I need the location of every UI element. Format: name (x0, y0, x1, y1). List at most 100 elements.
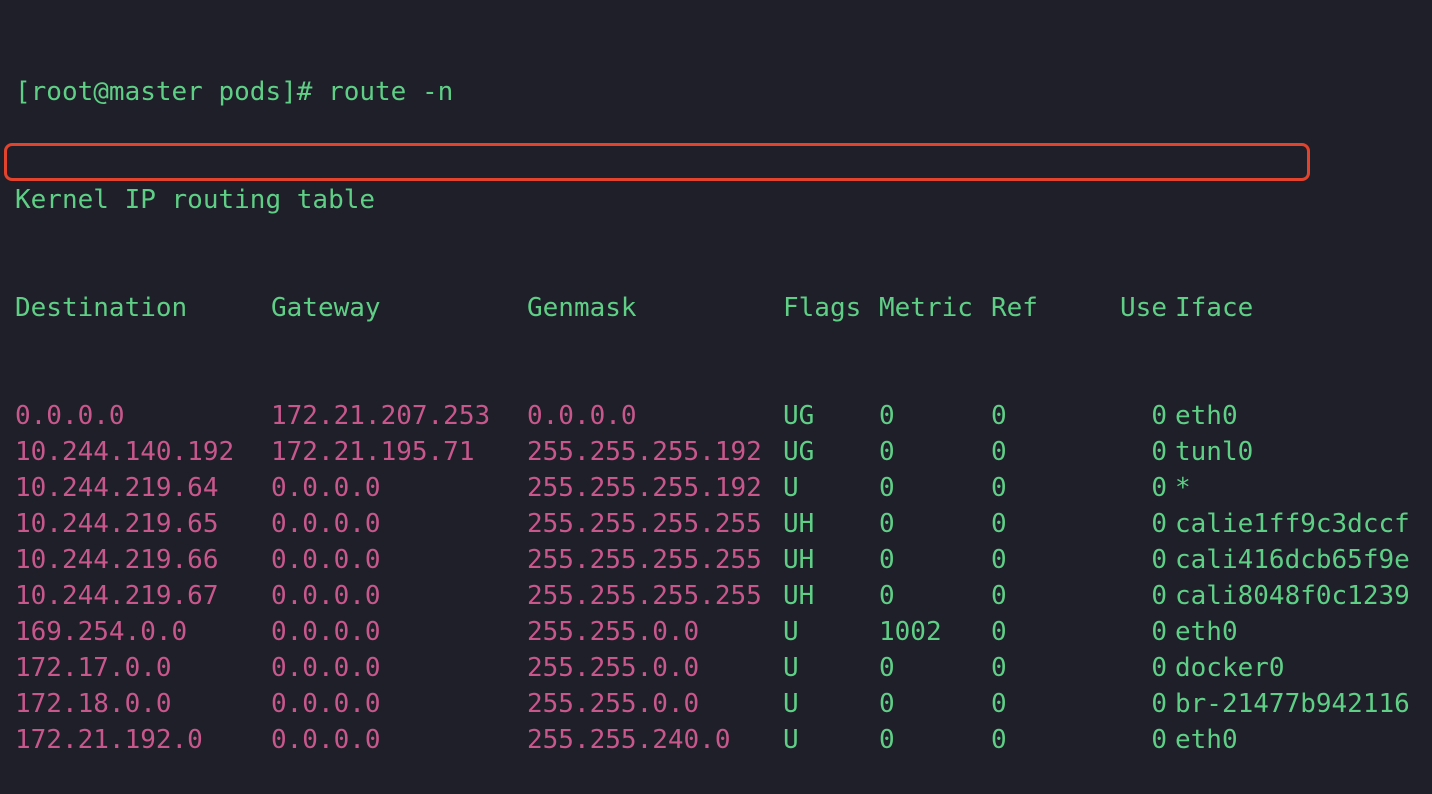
cell-genmask: 255.255.255.255 (527, 545, 762, 575)
cell-genmask: 255.255.0.0 (527, 617, 700, 647)
table-row: 10.244.219.65 0.0.0.0 255.255.255.255 UH 0 0 0… (15, 506, 1410, 542)
cell-use: 0 (1151, 617, 1167, 647)
cell-gateway: 0.0.0.0 (271, 473, 381, 503)
terminal-output: [root@master pods]# route -n Kernel IP r… (15, 2, 1410, 794)
cell-metric: 0 (879, 401, 895, 431)
cell-genmask: 255.255.0.0 (527, 653, 700, 683)
table-row: 0.0.0.0 172.21.207.253 0.0.0.0 UG 0 0 0 eth0 (15, 398, 1410, 434)
cell-flags: UH (783, 509, 815, 539)
cell-ref: 0 (991, 653, 1007, 683)
cell-metric: 0 (879, 545, 895, 575)
cell-ref: 0 (991, 617, 1007, 647)
cell-use: 0 (1151, 509, 1167, 539)
table-header: Destination Gateway Genmask Flags Metric… (15, 290, 1410, 326)
cell-iface: eth0 (1175, 725, 1238, 755)
command-line: [root@master pods]# route -n (15, 74, 1410, 110)
table-row: 10.244.219.64 0.0.0.0 255.255.255.192 U 0 0 0 * (15, 470, 1410, 506)
cell-iface: docker0 (1175, 653, 1285, 683)
cell-iface: tunl0 (1175, 437, 1254, 467)
cell-destination: 10.244.219.66 (15, 545, 219, 575)
cell-iface: eth0 (1175, 617, 1238, 647)
table-row: 172.17.0.0 0.0.0.0 255.255.0.0 U 0 0 0 docker0 (15, 650, 1410, 686)
cell-ref: 0 (991, 581, 1007, 611)
cell-metric: 0 (879, 437, 895, 467)
table-title: Kernel IP routing table (15, 185, 376, 215)
table-title-line: Kernel IP routing table (15, 182, 1410, 218)
cell-use: 0 (1151, 689, 1167, 719)
cell-use: 0 (1151, 545, 1167, 575)
cell-flags: U (783, 689, 799, 719)
header-use: Use (1120, 293, 1167, 323)
cell-gateway: 172.21.195.71 (271, 437, 475, 467)
header-destination: Destination (15, 293, 188, 323)
cell-metric: 0 (879, 509, 895, 539)
cell-ref: 0 (991, 545, 1007, 575)
table-row: 169.254.0.0 0.0.0.0 255.255.0.0 U 1002 0 0 eth0 (15, 614, 1410, 650)
cell-metric: 0 (879, 725, 895, 755)
cell-flags: U (783, 473, 799, 503)
cell-flags: U (783, 617, 799, 647)
cell-destination: 10.244.219.65 (15, 509, 219, 539)
cell-destination: 10.244.219.64 (15, 473, 219, 503)
cell-iface: eth0 (1175, 401, 1238, 431)
header-iface: Iface (1175, 293, 1254, 323)
cell-ref: 0 (991, 725, 1007, 755)
cell-iface: * (1175, 473, 1191, 503)
header-metric: Metric (879, 293, 973, 323)
header-gateway: Gateway (271, 293, 381, 323)
cell-genmask: 255.255.255.255 (527, 581, 762, 611)
cell-gateway: 0.0.0.0 (271, 509, 381, 539)
cell-metric: 0 (879, 473, 895, 503)
cell-use: 0 (1151, 581, 1167, 611)
cell-flags: UH (783, 545, 815, 575)
table-row: 10.244.219.67 0.0.0.0 255.255.255.255 UH 0 0 0… (15, 578, 1410, 614)
cell-destination: 10.244.219.67 (15, 581, 219, 611)
cell-gateway: 0.0.0.0 (271, 545, 381, 575)
cell-metric: 0 (879, 581, 895, 611)
cell-genmask: 255.255.0.0 (527, 689, 700, 719)
cell-flags: UG (783, 401, 815, 431)
cell-destination: 10.244.140.192 (15, 437, 235, 467)
cell-iface: cali416dcb65f9e (1175, 545, 1410, 575)
cell-ref: 0 (991, 437, 1007, 467)
cell-iface: cali8048f0c1239 (1175, 581, 1410, 611)
cell-genmask: 0.0.0.0 (527, 401, 637, 431)
cell-use: 0 (1151, 473, 1167, 503)
cell-iface: br-21477b942116 (1175, 689, 1410, 719)
cell-gateway: 172.21.207.253 (271, 401, 491, 431)
cell-flags: UH (783, 581, 815, 611)
cell-gateway: 0.0.0.0 (271, 581, 381, 611)
cell-gateway: 0.0.0.0 (271, 725, 381, 755)
cell-genmask: 255.255.255.192 (527, 473, 762, 503)
cell-use: 0 (1151, 725, 1167, 755)
cell-ref: 0 (991, 509, 1007, 539)
header-ref: Ref (991, 293, 1038, 323)
cell-metric: 0 (879, 653, 895, 683)
cell-destination: 169.254.0.0 (15, 617, 188, 647)
cell-metric: 1002 (879, 617, 942, 647)
cell-use: 0 (1151, 401, 1167, 431)
table-row: 10.244.140.192 172.21.195.71 255.255.255.1… (15, 434, 1410, 470)
cell-flags: U (783, 653, 799, 683)
table-row: 172.18.0.0 0.0.0.0 255.255.0.0 U 0 0 0 br-21477… (15, 686, 1410, 722)
cell-gateway: 0.0.0.0 (271, 617, 381, 647)
cell-destination: 172.18.0.0 (15, 689, 172, 719)
cell-destination: 172.21.192.0 (15, 725, 203, 755)
cell-iface: calie1ff9c3dccf (1175, 509, 1410, 539)
cell-ref: 0 (991, 689, 1007, 719)
cell-use: 0 (1151, 653, 1167, 683)
cell-flags: UG (783, 437, 815, 467)
cell-metric: 0 (879, 689, 895, 719)
cell-ref: 0 (991, 473, 1007, 503)
cell-genmask: 255.255.240.0 (527, 725, 731, 755)
cell-use: 0 (1151, 437, 1167, 467)
header-genmask: Genmask (527, 293, 637, 323)
cell-genmask: 255.255.255.192 (527, 437, 762, 467)
route-rows: 0.0.0.0 172.21.207.253 0.0.0.0 UG 0 0 0 eth0 10.… (15, 398, 1410, 758)
cell-destination: 172.17.0.0 (15, 653, 172, 683)
header-flags: Flags (783, 293, 862, 323)
cell-ref: 0 (991, 401, 1007, 431)
cell-genmask: 255.255.255.255 (527, 509, 762, 539)
cell-destination: 0.0.0.0 (15, 401, 125, 431)
cell-gateway: 0.0.0.0 (271, 689, 381, 719)
